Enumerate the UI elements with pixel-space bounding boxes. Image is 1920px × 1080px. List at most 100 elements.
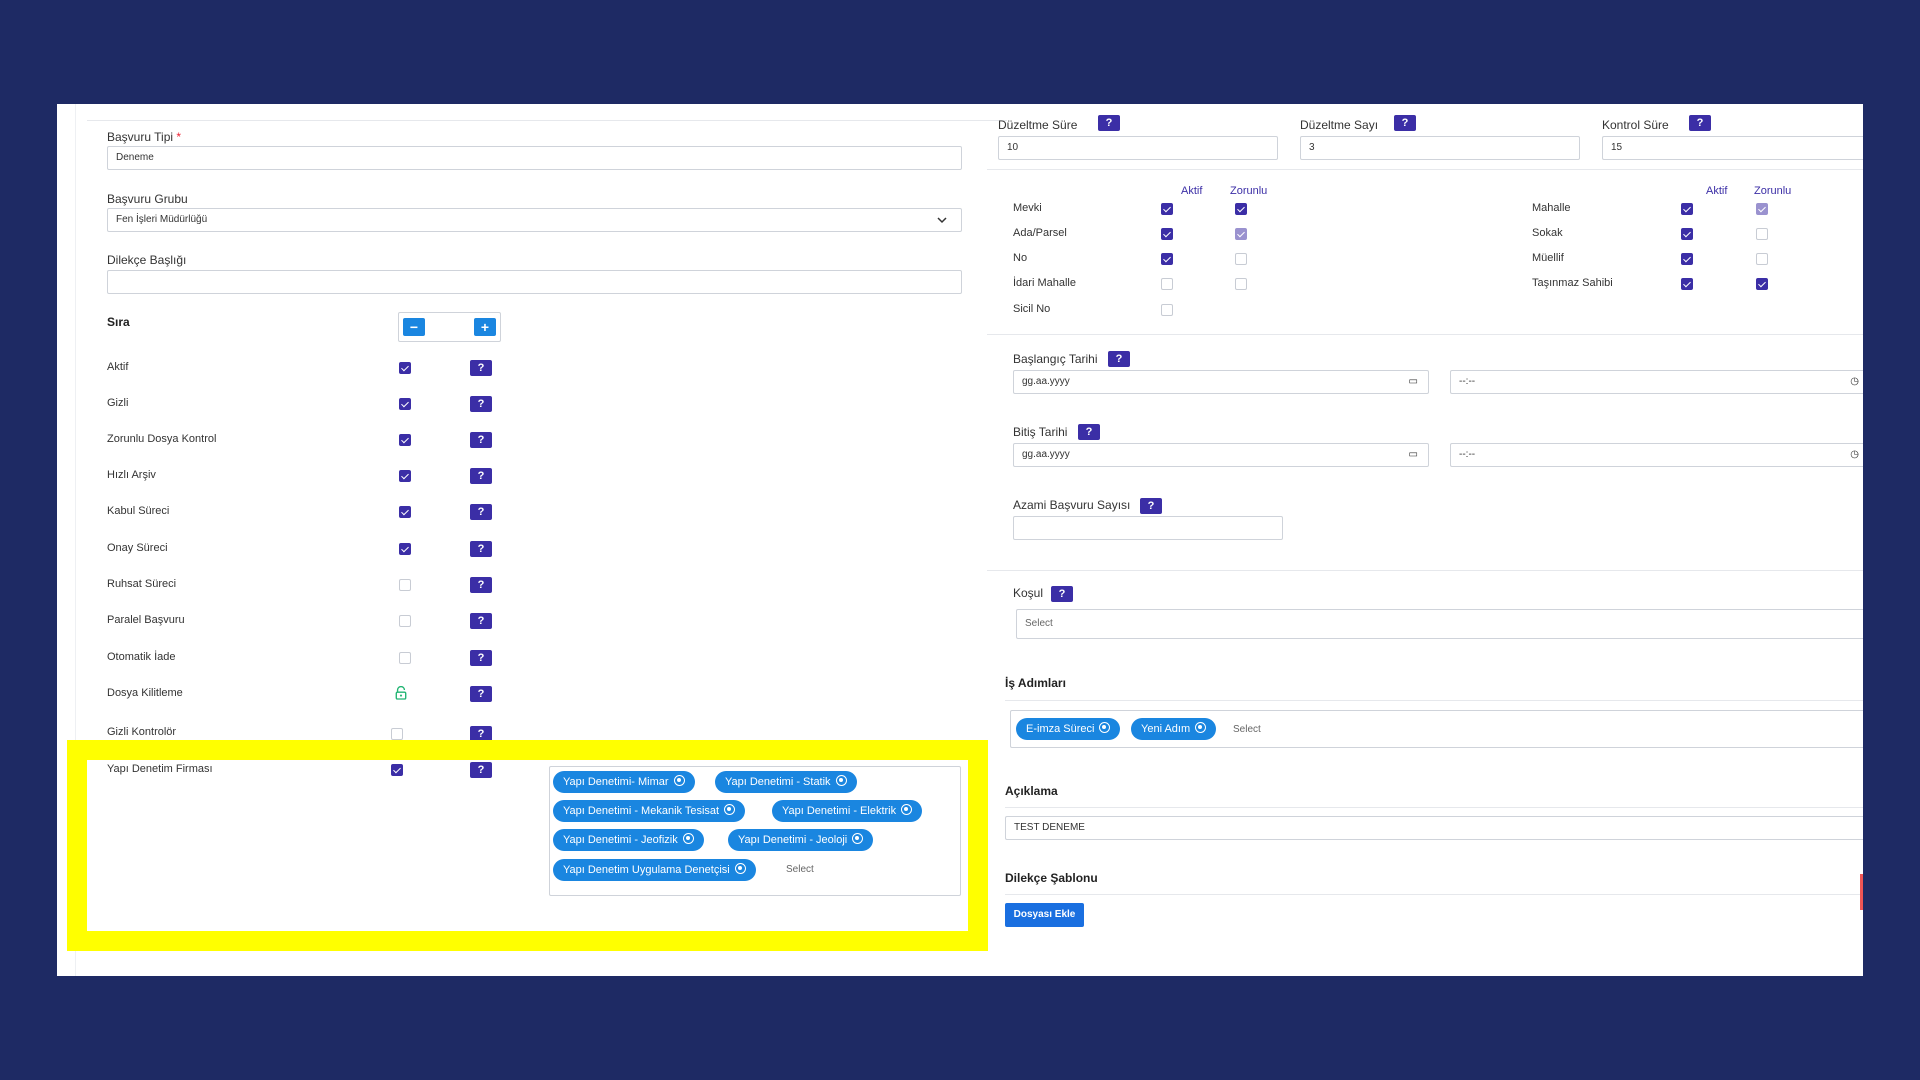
zorunlu-checkbox[interactable] xyxy=(1756,228,1768,240)
dilekce-basligi-input[interactable] xyxy=(107,270,962,294)
zorunlu-checkbox[interactable] xyxy=(1235,278,1247,290)
chevron-down-icon xyxy=(937,217,947,224)
add-file-button[interactable]: Dosyası Ekle xyxy=(1005,903,1084,927)
help-button[interactable]: ? xyxy=(470,650,492,666)
aktif-checkbox[interactable] xyxy=(1681,228,1693,240)
baslangic-date-input[interactable]: gg.aa.yyyy ▭ xyxy=(1013,370,1429,394)
option-checkbox[interactable] xyxy=(399,362,411,374)
aktif-checkbox[interactable] xyxy=(1161,253,1173,265)
zorunlu-checkbox[interactable] xyxy=(1235,253,1247,265)
is-adimlari-label: İş Adımları xyxy=(1005,676,1066,690)
zorunlu-checkbox[interactable] xyxy=(1235,203,1247,215)
field-label: Sokak xyxy=(1532,227,1563,239)
time-placeholder: --:-- xyxy=(1459,449,1476,460)
basvuru-grubu-value: Fen İşleri Müdürlüğü xyxy=(116,214,208,225)
field-label: No xyxy=(1013,252,1028,264)
field-label: Sicil No xyxy=(1013,303,1051,315)
option-label: Aktif xyxy=(107,361,129,373)
help-button[interactable]: ? xyxy=(470,541,492,557)
field-label: İdari Mahalle xyxy=(1013,277,1076,289)
baslangic-tarihi-label: Başlangıç Tarihi xyxy=(1013,352,1098,366)
duzeltme-sure-label: Düzeltme Süre xyxy=(998,118,1078,132)
basvuru-tipi-input[interactable]: Deneme xyxy=(107,146,962,170)
select-placeholder[interactable]: Select xyxy=(1233,724,1261,735)
side-tab[interactable] xyxy=(1860,874,1863,910)
help-button[interactable]: ? xyxy=(470,468,492,484)
zorunlu-checkbox[interactable] xyxy=(1756,253,1768,265)
aktif-checkbox[interactable] xyxy=(1161,304,1173,316)
option-checkbox[interactable] xyxy=(399,398,411,410)
option-checkbox[interactable] xyxy=(399,543,411,555)
baslangic-time-input[interactable]: --:-- ◷ xyxy=(1450,370,1863,394)
help-button[interactable]: ? xyxy=(470,577,492,593)
divider xyxy=(987,570,1863,571)
aktif-checkbox[interactable] xyxy=(1681,253,1693,265)
option-label: Onay Süreci xyxy=(107,542,168,554)
divider xyxy=(987,334,1863,335)
date-placeholder: gg.aa.yyyy xyxy=(1022,376,1070,387)
help-button[interactable]: ? xyxy=(1098,115,1120,131)
increment-button[interactable]: + xyxy=(474,318,496,336)
aktif-checkbox[interactable] xyxy=(1161,278,1173,290)
help-button[interactable]: ? xyxy=(1051,586,1073,602)
option-label: Dosya Kilitleme xyxy=(107,687,183,699)
basvuru-grubu-select[interactable]: Fen İşleri Müdürlüğü xyxy=(107,208,962,232)
calendar-icon[interactable]: ▭ xyxy=(1409,371,1418,393)
help-button[interactable]: ? xyxy=(470,613,492,629)
duzeltme-sure-input[interactable]: 10 xyxy=(998,136,1278,160)
kosul-label: Koşul xyxy=(1013,586,1044,600)
aktif-checkbox[interactable] xyxy=(1681,203,1693,215)
help-button[interactable]: ? xyxy=(1078,424,1100,440)
help-button[interactable]: ? xyxy=(1140,498,1162,514)
selected-tag[interactable]: Yeni Adım xyxy=(1131,718,1217,740)
option-label: Gizli Kontrolör xyxy=(107,726,177,738)
calendar-icon[interactable]: ▭ xyxy=(1409,444,1418,466)
clock-icon[interactable]: ◷ xyxy=(1850,444,1859,466)
kosul-select[interactable]: Select xyxy=(1016,609,1863,639)
aciklama-input[interactable]: TEST DENEME xyxy=(1005,816,1863,840)
remove-tag-icon[interactable] xyxy=(1195,722,1207,733)
help-button[interactable]: ? xyxy=(470,396,492,412)
help-button[interactable]: ? xyxy=(470,432,492,448)
help-button[interactable]: ? xyxy=(1394,115,1416,131)
remove-tag-icon[interactable] xyxy=(1099,722,1111,733)
option-checkbox[interactable] xyxy=(399,615,411,627)
option-checkbox[interactable] xyxy=(399,470,411,482)
bitis-date-input[interactable]: gg.aa.yyyy ▭ xyxy=(1013,443,1429,467)
help-button[interactable]: ? xyxy=(470,686,492,702)
help-button[interactable]: ? xyxy=(470,360,492,376)
help-button[interactable]: ? xyxy=(470,504,492,520)
option-checkbox[interactable] xyxy=(399,652,411,664)
field-label: Taşınmaz Sahibi xyxy=(1532,277,1613,289)
divider xyxy=(1005,807,1863,808)
option-checkbox[interactable] xyxy=(399,579,411,591)
aktif-checkbox[interactable] xyxy=(1161,203,1173,215)
is-adimlari-multiselect[interactable]: E-imza Süreci Yeni Adım Select xyxy=(1010,710,1863,748)
option-label: Gizli xyxy=(107,397,129,409)
azami-basvuru-input[interactable] xyxy=(1013,516,1283,540)
zorunlu-checkbox[interactable] xyxy=(1235,228,1247,240)
option-checkbox[interactable] xyxy=(399,506,411,518)
help-button[interactable]: ? xyxy=(1108,351,1130,367)
azami-basvuru-label: Azami Başvuru Sayısı xyxy=(1013,498,1131,512)
option-label: Kabul Süreci xyxy=(107,505,170,517)
help-button[interactable]: ? xyxy=(1689,115,1711,131)
aktif-checkbox[interactable] xyxy=(1161,228,1173,240)
selected-tag[interactable]: E-imza Süreci xyxy=(1016,718,1121,740)
decrement-button[interactable]: − xyxy=(403,318,425,336)
option-checkbox[interactable] xyxy=(399,434,411,446)
option-checkbox[interactable] xyxy=(391,728,403,740)
divider xyxy=(1005,894,1863,895)
zorunlu-checkbox[interactable] xyxy=(1756,203,1768,215)
divider xyxy=(987,169,1863,170)
column-header-zorunlu: Zorunlu xyxy=(1754,185,1792,197)
unlock-icon[interactable] xyxy=(395,686,407,700)
zorunlu-checkbox[interactable] xyxy=(1756,278,1768,290)
dilekce-basligi-label: Dilekçe Başlığı xyxy=(107,253,187,267)
bitis-time-input[interactable]: --:-- ◷ xyxy=(1450,443,1863,467)
clock-icon[interactable]: ◷ xyxy=(1850,371,1859,393)
kontrol-sure-input[interactable]: 15 xyxy=(1602,136,1863,160)
aktif-checkbox[interactable] xyxy=(1681,278,1693,290)
bitis-tarihi-label: Bitiş Tarihi xyxy=(1013,425,1068,439)
duzeltme-sayi-input[interactable]: 3 xyxy=(1300,136,1580,160)
